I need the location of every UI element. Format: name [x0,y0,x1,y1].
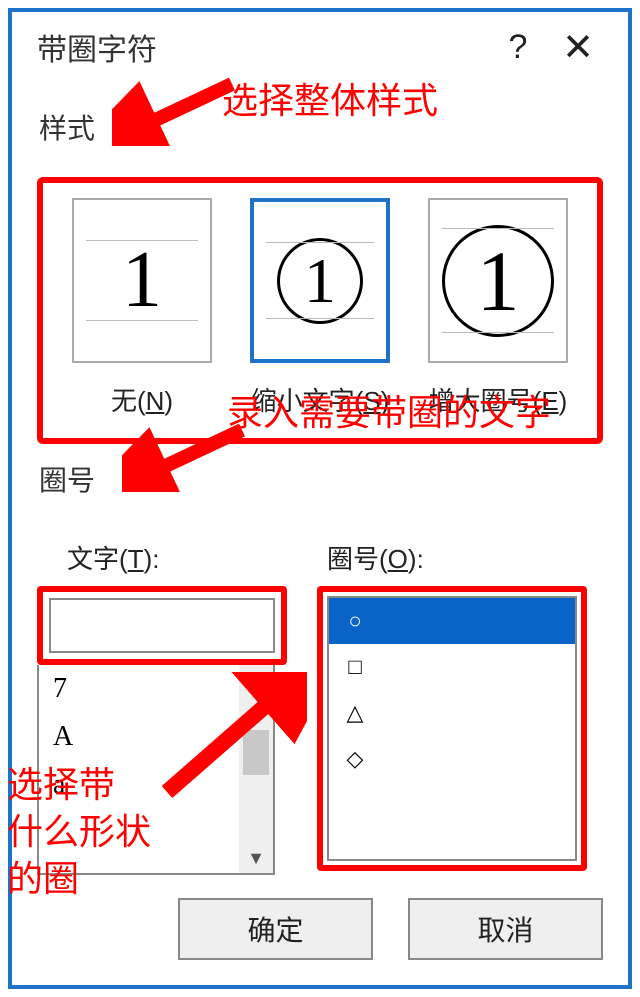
scroll-down-icon[interactable]: ▼ [247,848,265,869]
scrollbar[interactable]: ▲ ▼ [239,665,273,873]
list-item[interactable]: a [39,761,273,809]
titlebar: 带圈字符 ? ✕ [12,12,628,82]
enclosure-item-square[interactable]: □ [329,644,575,690]
text-input[interactable] [49,598,275,653]
preview-shrink: 1 [250,198,390,363]
style-label-enlarge: 增大圈号(E) [429,381,568,418]
dialog-window: 带圈字符 ? ✕ 样式 选择整体样式 1 无(N) [8,8,632,989]
enclosure-item-triangle[interactable]: △ [329,690,575,736]
style-option-enlarge[interactable]: 1 增大圈号(E) [428,198,568,418]
glyph: 1 [122,235,162,326]
style-section-label: 样式 [39,107,603,147]
enclosure-section-label: 圈号 [39,459,603,499]
enclosure-highlight: ○ □ △ ◇ [317,586,587,871]
cancel-button[interactable]: 取消 [408,898,603,960]
scroll-up-icon[interactable]: ▲ [247,669,265,690]
preview-enlarge: 1 [428,198,568,363]
text-input-highlight [37,586,287,665]
close-icon[interactable]: ✕ [548,25,608,70]
dialog-title: 带圈字符 [37,25,157,69]
glyph: 1 [442,225,554,337]
text-suggestion-list[interactable]: 7 A a ▲ ▼ [37,665,275,875]
enclosure-label: 圈号(O): [327,539,587,576]
style-label-none: 无(N) [111,381,173,418]
dialog-footer: 确定 取消 [37,898,603,960]
help-icon[interactable]: ? [488,28,548,67]
preview-none: 1 [72,198,212,363]
style-option-shrink[interactable]: 1 缩小文字(S) [250,198,390,418]
list-item[interactable]: A [39,713,273,761]
enclosure-item-circle[interactable]: ○ [329,598,575,644]
scroll-thumb[interactable] [243,730,269,775]
list-item[interactable]: 7 [39,665,273,713]
style-options: 1 无(N) 1 缩小文字(S) [37,177,603,444]
style-option-none[interactable]: 1 无(N) [72,198,212,418]
style-label-shrink: 缩小文字(S) [251,381,390,418]
glyph: 1 [277,238,363,324]
enclosure-item-diamond[interactable]: ◇ [329,736,575,782]
text-label: 文字(T): [67,539,287,576]
ok-button[interactable]: 确定 [178,898,373,960]
enclosure-list[interactable]: ○ □ △ ◇ [327,596,577,861]
